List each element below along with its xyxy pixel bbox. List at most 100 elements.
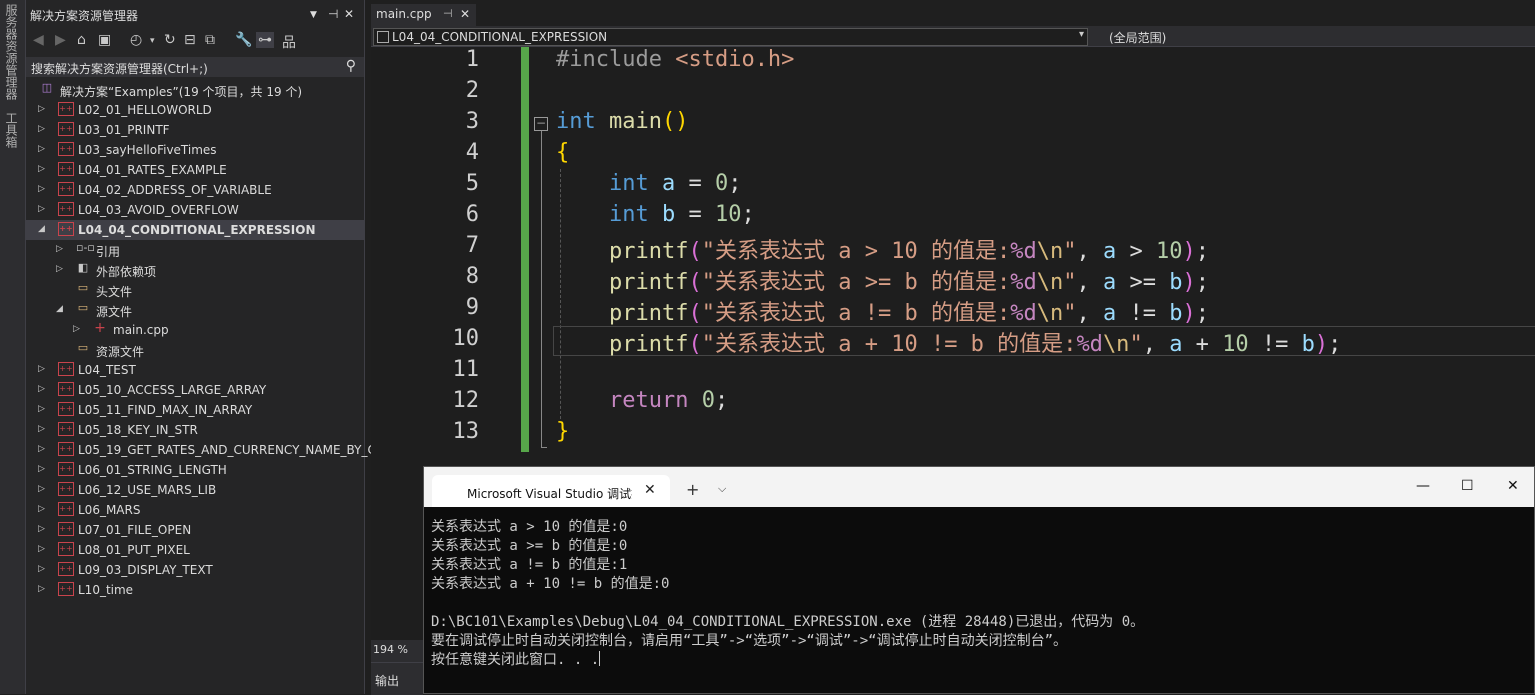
solution-explorer-search[interactable]: 搜索解决方案资源管理器(Ctrl+;) ⚲ [26,57,364,77]
tree-item-label: L05_18_KEY_IN_STR [78,423,198,437]
toolbox-tab[interactable]: 工具箱 [3,112,20,148]
tree-item[interactable]: ▷ ++ L02_01_HELLOWORLD [26,100,364,120]
tree-item[interactable]: ▷ ▫-▫ 引用 [26,240,364,260]
tree-item[interactable]: ◫ 解决方案“Examples”(19 个项目，共 19 个) [26,80,364,100]
collapsed-arrow-icon[interactable]: ▷ [38,404,45,414]
refresh-icon[interactable]: ↻ [164,32,176,48]
line-number: 3 [465,109,479,134]
collapsed-arrow-icon[interactable]: ▷ [38,444,45,454]
project-icon: ++ [58,422,74,436]
project-icon: ++ [58,462,74,476]
code-line-8: printf("关系表达式 a >= b 的值是:%d\n", a >= b); [608,270,1209,295]
collapse-region-icon[interactable]: − [534,117,548,131]
panel-pin-icon[interactable]: ⊣ [328,7,338,21]
properties-icon[interactable]: 🔧 [235,32,252,48]
tree-item[interactable]: ▷ ++ L06_01_STRING_LENGTH [26,460,364,480]
back-icon[interactable]: ◀ [33,32,44,48]
panel-dropdown-icon[interactable]: ▼ [310,10,317,20]
collapsed-arrow-icon[interactable]: ▷ [38,384,45,394]
member-dropdown[interactable]: (全局范围) [1109,29,1166,46]
code-line-5: int a = 0; [608,171,742,196]
tab-pin-icon[interactable]: ⊣ [443,7,453,20]
tree-item[interactable]: ▷ ++ L03_sayHelloFiveTimes [26,140,364,160]
collapsed-arrow-icon[interactable]: ▷ [38,584,45,594]
collapsed-arrow-icon[interactable]: ▷ [38,364,45,374]
console-tab[interactable]: Microsoft Visual Studio 调试控制台 ✕ [432,475,670,507]
project-icon: ++ [58,122,74,136]
show-all-files-icon[interactable]: ⧉ [205,32,215,48]
collapsed-arrow-icon[interactable]: ▷ [38,184,45,194]
scope-dropdown[interactable]: L04_04_CONDITIONAL_EXPRESSION ▾ [373,28,1088,46]
zoom-indicator[interactable]: 194 % [371,640,423,662]
tree-item[interactable]: ◢ ++ L04_04_CONDITIONAL_EXPRESSION [26,220,364,240]
collapsed-arrow-icon[interactable]: ▷ [38,424,45,434]
collapsed-arrow-icon[interactable]: ▷ [38,564,45,574]
tree-item-label: 外部依赖项 [96,265,157,279]
panel-close-icon[interactable]: ✕ [344,7,354,21]
collapsed-arrow-icon[interactable]: ▷ [38,524,45,534]
collapsed-arrow-icon[interactable]: ▷ [38,504,45,514]
collapsed-arrow-icon[interactable]: ▷ [56,264,63,274]
tree-item[interactable]: ▷ + main.cpp [26,320,364,340]
collapsed-arrow-icon[interactable]: ▷ [56,244,63,254]
expanded-arrow-icon[interactable]: ◢ [38,224,45,234]
switch-views-icon[interactable]: ▣ [98,32,111,48]
debug-console-window: Microsoft Visual Studio 调试控制台 ✕ + ⌵ — ☐ … [423,466,1535,694]
window-close-icon[interactable]: ✕ [1507,478,1519,494]
forward-icon[interactable]: ▶ [55,32,66,48]
filter-dropdown-icon[interactable]: ▾ [150,36,155,46]
console-output[interactable]: 关系表达式 a > 10 的值是:0 关系表达式 a >= b 的值是:0 关系… [424,507,1534,693]
tree-item[interactable]: ▷ ◧ 外部依赖项 [26,260,364,280]
tab-close-icon[interactable]: ✕ [460,7,470,21]
search-icon[interactable]: ⚲ [346,58,356,74]
tree-item[interactable]: ▷ ++ L09_03_DISPLAY_TEXT [26,560,364,580]
collapsed-arrow-icon[interactable]: ▷ [38,544,45,554]
tree-item[interactable]: ◢ ▭ 源文件 [26,300,364,320]
preview-selected-icon[interactable]: ⊶ [256,32,274,48]
tree-item-label: L04_03_AVOID_OVERFLOW [78,203,239,217]
tree-item[interactable]: ▷ ++ L05_11_FIND_MAX_IN_ARRAY [26,400,364,420]
collapsed-arrow-icon[interactable]: ▷ [38,204,45,214]
tree-item[interactable]: ▷ ++ L05_10_ACCESS_LARGE_ARRAY [26,380,364,400]
tree-item[interactable]: ▷ ++ L05_18_KEY_IN_STR [26,420,364,440]
view-class-diagram-icon[interactable]: 品 [282,32,296,52]
project-icon: ++ [58,142,74,156]
tree-item[interactable]: ▭ 资源文件 [26,340,364,360]
expanded-arrow-icon[interactable]: ◢ [56,304,63,314]
tree-item[interactable]: ▭ 头文件 [26,280,364,300]
collapse-all-icon[interactable]: ⊟ [184,32,196,48]
collapsed-arrow-icon[interactable]: ▷ [38,144,45,154]
code-line-10: printf("关系表达式 a + 10 != b 的值是:%d\n", a +… [608,332,1342,357]
tree-item[interactable]: ▷ ++ L04_TEST [26,360,364,380]
tree-item[interactable]: ▷ ++ L10_time [26,580,364,600]
tree-item-label: L05_19_GET_RATES_AND_CURRENCY_NAME_BY_C [78,443,376,457]
tree-item[interactable]: ▷ ++ L03_01_PRINTF [26,120,364,140]
minimize-icon[interactable]: — [1416,478,1430,494]
tree-item[interactable]: ▷ ++ L08_01_PUT_PIXEL [26,540,364,560]
collapsed-arrow-icon[interactable]: ▷ [38,124,45,134]
collapsed-arrow-icon[interactable]: ▷ [73,324,80,334]
new-tab-icon[interactable]: + [686,480,699,499]
tree-item[interactable]: ▷ ++ L06_12_USE_MARS_LIB [26,480,364,500]
collapsed-arrow-icon[interactable]: ▷ [38,484,45,494]
collapsed-arrow-icon[interactable]: ▷ [38,164,45,174]
output-panel-tab[interactable]: 输出 [371,662,423,695]
home-icon[interactable]: ⌂ [77,32,86,48]
console-tab-close-icon[interactable]: ✕ [644,482,656,498]
tree-item[interactable]: ▷ ++ L04_03_AVOID_OVERFLOW [26,200,364,220]
collapsed-arrow-icon[interactable]: ▷ [38,104,45,114]
tree-item[interactable]: ▷ ++ L04_02_ADDRESS_OF_VARIABLE [26,180,364,200]
tree-item[interactable]: ▷ ++ L05_19_GET_RATES_AND_CURRENCY_NAME_BY… [26,440,376,460]
tree-item-label: L03_01_PRINTF [78,123,170,137]
console-line: D:\BC101\Examples\Debug\L04_04_CONDITION… [431,614,1145,630]
pending-changes-filter-icon[interactable]: ◴ [130,32,142,48]
tree-item[interactable]: ▷ ++ L04_01_RATES_EXAMPLE [26,160,364,180]
tab-main-cpp[interactable]: main.cpp ⊣ ✕ [371,4,476,26]
collapsed-arrow-icon[interactable]: ▷ [38,464,45,474]
maximize-icon[interactable]: ☐ [1461,478,1474,494]
server-explorer-tab[interactable]: 服务器资源管理器 [3,4,20,100]
tree-item[interactable]: ▷ ++ L06_MARS [26,500,364,520]
chevron-down-icon[interactable]: ⌵ [718,482,726,496]
tree-item-label: L06_12_USE_MARS_LIB [78,483,217,497]
tree-item[interactable]: ▷ ++ L07_01_FILE_OPEN [26,520,364,540]
